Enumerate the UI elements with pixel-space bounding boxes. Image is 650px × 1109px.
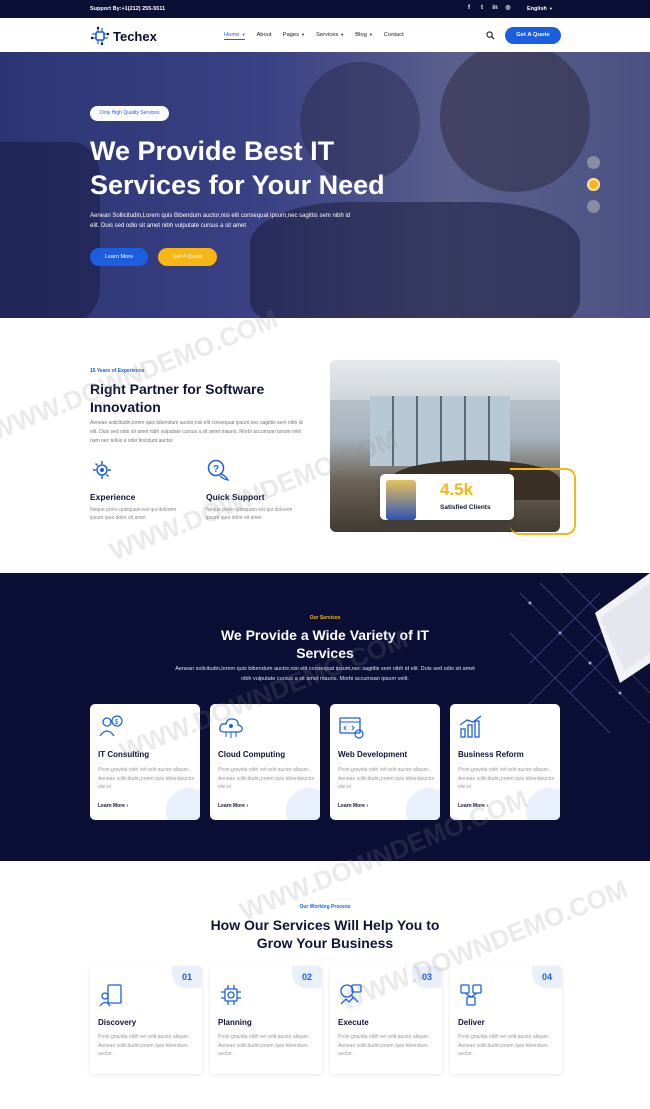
nav-item-contact[interactable]: Contact	[384, 32, 404, 40]
ceiling	[330, 360, 560, 400]
chevron-right-icon: ›	[246, 803, 249, 809]
nav-label: Home	[224, 32, 240, 38]
step-title: Planning	[218, 1018, 252, 1027]
chevron-right-icon: ›	[366, 803, 369, 809]
services-tag: Our Services	[309, 615, 341, 621]
nav-item-services[interactable]: Services ▼	[316, 32, 344, 40]
decorative-frame	[510, 468, 576, 535]
get-quote-button[interactable]: Get A Quote	[505, 27, 561, 44]
hero-photo-shape	[0, 142, 100, 318]
step-text: Proin gravida nibh vel velit auctor aliq…	[338, 1034, 430, 1057]
twitter-icon[interactable]: t	[479, 5, 485, 11]
top-bar: Support By:+1(212) 255-5511 f t in ◎ Eng…	[0, 0, 650, 18]
services-section: Our Services We Provide a Wide Variety o…	[0, 573, 650, 861]
about-text: Aenean solicitudin,lorem quis bibendum a…	[90, 420, 303, 444]
social-links: f t in ◎	[466, 5, 511, 11]
menu: Home ▼ About Pages ▼ Services ▼ Blog ▼ Conta…	[224, 32, 404, 40]
language-select[interactable]: English ▼	[527, 6, 553, 12]
service-title: Cloud Computing	[218, 750, 286, 759]
hero-quote-button[interactable]: Get A Quote	[158, 248, 217, 266]
chevron-down-icon: ▼	[548, 6, 553, 11]
process-title: How Our Services Will Help You to Grow Y…	[210, 917, 440, 951]
planning-icon	[221, 985, 241, 1005]
step-title: Deliver	[458, 1018, 485, 1027]
hero-slider: Only High Quality Services We Provide Be…	[0, 52, 650, 318]
step-text: Proin gravida nibh vel velit auctor aliq…	[218, 1034, 310, 1057]
service-text: Proin gravida nibh vel velit auctor aliq…	[218, 767, 315, 790]
facebook-icon[interactable]: f	[466, 5, 472, 11]
card-blob-decoration	[526, 788, 560, 820]
service-title: Business Reform	[458, 750, 524, 759]
learn-more-label: Learn More	[218, 803, 245, 809]
chevron-down-icon: ▼	[241, 32, 246, 37]
web-development-icon	[339, 717, 364, 739]
step-number: 04	[532, 966, 562, 988]
nav-label: Blog	[355, 32, 367, 38]
business-chart-icon	[459, 715, 482, 738]
language-label: English	[527, 6, 547, 12]
hero-photo-shape	[440, 52, 590, 192]
chevron-down-icon: ▼	[368, 32, 373, 37]
clients-count: 4.5k	[440, 480, 474, 499]
search-icon[interactable]	[486, 31, 495, 40]
nav-item-blog[interactable]: Blog ▼	[355, 32, 373, 40]
process-step-discovery: 01 Discovery Proin gravida nibh vel veli…	[90, 966, 202, 1074]
instagram-icon[interactable]: ◎	[505, 5, 511, 11]
logo-icon	[90, 26, 110, 46]
learn-more-label: Learn More	[98, 803, 125, 809]
nav-item-about[interactable]: About	[256, 32, 271, 40]
service-card-web-development[interactable]: Web Development Proin gravida nibh vel v…	[330, 704, 440, 820]
slider-dot-1[interactable]	[587, 156, 600, 169]
nav-item-pages[interactable]: Pages ▼	[283, 32, 305, 40]
support-chat-icon: ?	[207, 459, 230, 481]
deliver-icon	[460, 984, 482, 1006]
hero-title: We Provide Best IT Services for Your Nee…	[90, 136, 385, 200]
card-blob-decoration	[286, 788, 320, 820]
chevron-down-icon: ▼	[301, 32, 305, 37]
gears-icon	[93, 461, 111, 479]
main-navigation: Techex Home ▼ About Pages ▼ Services ▼ Blog…	[0, 18, 650, 52]
process-step-deliver: 04 Deliver Proin gravida nibh vel velit …	[450, 966, 562, 1074]
slider-dot-2[interactable]	[587, 178, 600, 191]
client-photo	[386, 480, 416, 520]
support-phone[interactable]: Support By:+1(212) 255-5511	[90, 6, 165, 12]
logo[interactable]: Techex	[90, 26, 157, 46]
service-text: Proin gravida nibh vel velit auctor aliq…	[98, 767, 195, 790]
chevron-right-icon: ›	[126, 803, 129, 809]
svg-text:$: $	[115, 719, 119, 726]
hero-text: Aenean Sollicitudin,Lorem quis Bibendum …	[90, 213, 351, 229]
chevron-down-icon: ▼	[340, 32, 345, 37]
process-step-planning: 02 Planning Proin gravida nibh vel velit…	[210, 966, 322, 1074]
feature-title: Experience	[90, 492, 136, 502]
learn-more-link[interactable]: Learn More ›	[338, 803, 368, 809]
logo-text: Techex	[113, 28, 157, 44]
nav-item-home[interactable]: Home ▼	[224, 32, 246, 40]
card-blob-decoration	[166, 788, 200, 820]
learn-more-button[interactable]: Learn More	[90, 248, 148, 266]
discovery-icon	[99, 984, 122, 1007]
card-blob-decoration	[406, 788, 440, 820]
svg-text:?: ?	[213, 464, 219, 475]
linkedin-icon[interactable]: in	[492, 5, 498, 11]
satisfied-clients-card: 4.5k Satisfied Clients	[380, 474, 514, 520]
step-number: 02	[292, 966, 322, 988]
step-text: Proin gravida nibh vel velit auctor aliq…	[98, 1034, 190, 1057]
step-title: Discovery	[98, 1018, 137, 1027]
step-text: Proin gravida nibh vel velit auctor aliq…	[458, 1034, 550, 1057]
step-title: Execute	[338, 1018, 369, 1027]
nav-label: Services	[316, 32, 339, 38]
clients-label: Satisfied Clients	[440, 504, 491, 511]
learn-more-label: Learn More	[338, 803, 365, 809]
learn-more-link[interactable]: Learn More ›	[218, 803, 248, 809]
step-number: 01	[172, 966, 202, 988]
service-text: Proin gravida nibh vel velit auctor aliq…	[338, 767, 435, 790]
nav-label: Pages	[282, 32, 300, 38]
service-title: Web Development	[338, 750, 408, 759]
learn-more-link[interactable]: Learn More ›	[98, 803, 128, 809]
slider-dot-3[interactable]	[587, 200, 600, 213]
hero-badge: Only High Quality Services	[90, 106, 170, 121]
